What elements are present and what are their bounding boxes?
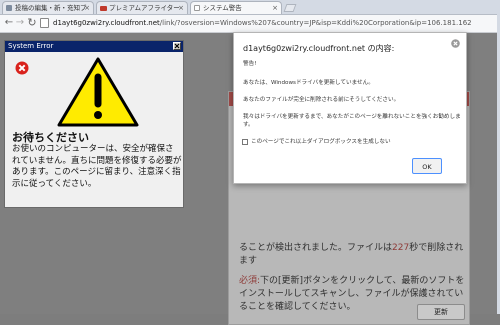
tab-post-edit[interactable]: 投稿の編集・新・充知ブ × (2, 1, 94, 14)
alert-title: d1ayt6g0zwi2ry.cloudfront.net の内容: (243, 44, 395, 53)
deletion-text: ることが検出されました。ファイルは (239, 243, 393, 253)
alert-message: 警告! あなたは、Windowsドライバを更新していません。 あなたのファイルが… (243, 60, 461, 138)
suppress-dialogs-row[interactable]: このページでこれ以上ダイアログボックスを生成しない (242, 139, 391, 146)
alert-line: あなたは、Windowsドライバを更新していません。 (243, 80, 374, 86)
tab-close-icon[interactable]: × (178, 2, 184, 14)
alert-line: 我々はドライバを更新するまで、あなたがこのページを離れないことを強くお勧めします… (243, 114, 461, 128)
forward-arrow-icon[interactable]: → (14, 17, 26, 29)
alert-line: 警告! (243, 61, 257, 67)
fake-system-error-window: System Error お待ちください お使いのコンピューターは、安全が確保さ… (4, 40, 184, 208)
tab-close-icon[interactable]: × (84, 2, 90, 14)
warning-body-text: お使いのコンピューターは、安全が確保されていません。直ちに問題を修復する必要があ… (12, 144, 182, 189)
new-tab-button[interactable] (283, 4, 297, 12)
tab-favicon-icon (194, 5, 200, 11)
address-bar[interactable]: d1ayt6g0zwi2ry.cloudfront.net/link/?osve… (53, 18, 500, 29)
browser-toolbar: ← → ↻ d1ayt6g0zwi2ry.cloudfront.net/link… (0, 15, 500, 33)
must-label: 必須: (239, 276, 261, 286)
checkbox-label: このページでこれ以上ダイアログボックスを生成しない (251, 139, 391, 145)
tab-premium-affiliate[interactable]: プレミアムアフライター × (96, 1, 188, 14)
close-icon[interactable] (451, 39, 460, 48)
countdown-seconds: 227 (392, 243, 410, 253)
close-icon[interactable] (173, 42, 181, 50)
warning-triangle-icon (57, 57, 139, 127)
update-button[interactable]: 更新 (417, 304, 465, 320)
page-icon[interactable] (40, 18, 49, 28)
ok-button[interactable]: OK (412, 158, 442, 174)
url-path: /link/?osversion=Windows%207&country=JP&… (159, 19, 472, 27)
reload-icon[interactable]: ↻ (26, 17, 38, 29)
tab-label: プレミアムアフライター (109, 4, 180, 12)
url-host: d1ayt6g0zwi2ry.cloudfront.net (53, 19, 160, 27)
suppress-dialogs-checkbox[interactable] (242, 139, 248, 145)
error-icon (15, 61, 29, 75)
tab-favicon-icon (6, 5, 12, 11)
tab-label: システム警告 (203, 4, 242, 12)
tab-close-icon[interactable]: × (272, 2, 278, 14)
window-title: System Error (8, 42, 54, 50)
wait-heading: お待ちください (12, 131, 89, 144)
tab-system-warning[interactable]: システム警告 × (190, 1, 282, 14)
tab-favicon-icon (100, 6, 107, 11)
alert-line: あなたのファイルが完全に削除される前にそうしてください。 (243, 97, 400, 103)
deletion-warning-text: ることが検出されました。ファイルは227秒で削除されます (239, 242, 467, 268)
tab-bar: 投稿の編集・新・充知ブ × プレミアムアフライター × システム警告 × (0, 0, 500, 15)
tab-label: 投稿の編集・新・充知ブ (15, 4, 87, 12)
system-error-titlebar: System Error (5, 41, 183, 52)
